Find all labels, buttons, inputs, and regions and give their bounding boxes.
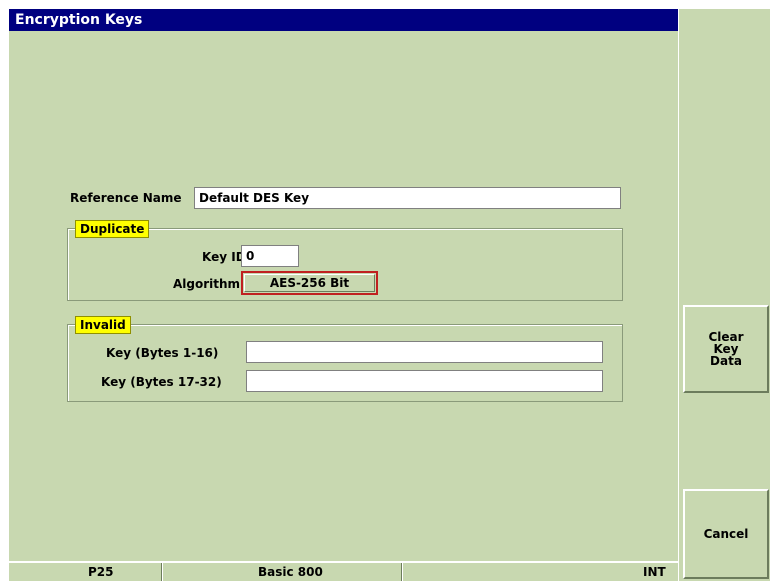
status-reference: INT [643, 565, 666, 579]
softkey-column: Clear Key Data Cancel [678, 9, 770, 581]
status-bar: P25 Basic 800 INT [9, 561, 678, 581]
reference-name-field[interactable]: Default DES Key [194, 187, 621, 209]
key-bytes-1-16-label: Key (Bytes 1-16) [106, 346, 219, 360]
status-divider [401, 563, 403, 581]
key-bytes-17-32-field[interactable] [246, 370, 603, 392]
algorithm-label: Algorithm [173, 277, 241, 291]
key-id-label: Key ID [202, 250, 246, 264]
key-bytes-1-16-field[interactable] [246, 341, 603, 363]
duplicate-tag: Duplicate [75, 220, 150, 238]
algorithm-button[interactable]: AES-256 Bit [241, 271, 378, 295]
key-id-field[interactable]: 0 [241, 245, 299, 267]
window-title: Encryption Keys [9, 9, 678, 31]
status-mode: P25 [88, 565, 114, 579]
status-profile: Basic 800 [258, 565, 323, 579]
clear-key-data-button[interactable]: Clear Key Data [683, 305, 769, 393]
reference-name-label: Reference Name [70, 191, 182, 205]
cancel-button[interactable]: Cancel [683, 489, 769, 579]
algorithm-value[interactable]: AES-256 Bit [244, 274, 375, 292]
invalid-tag: Invalid [75, 316, 131, 334]
status-divider [161, 563, 163, 581]
key-bytes-17-32-label: Key (Bytes 17-32) [101, 375, 222, 389]
